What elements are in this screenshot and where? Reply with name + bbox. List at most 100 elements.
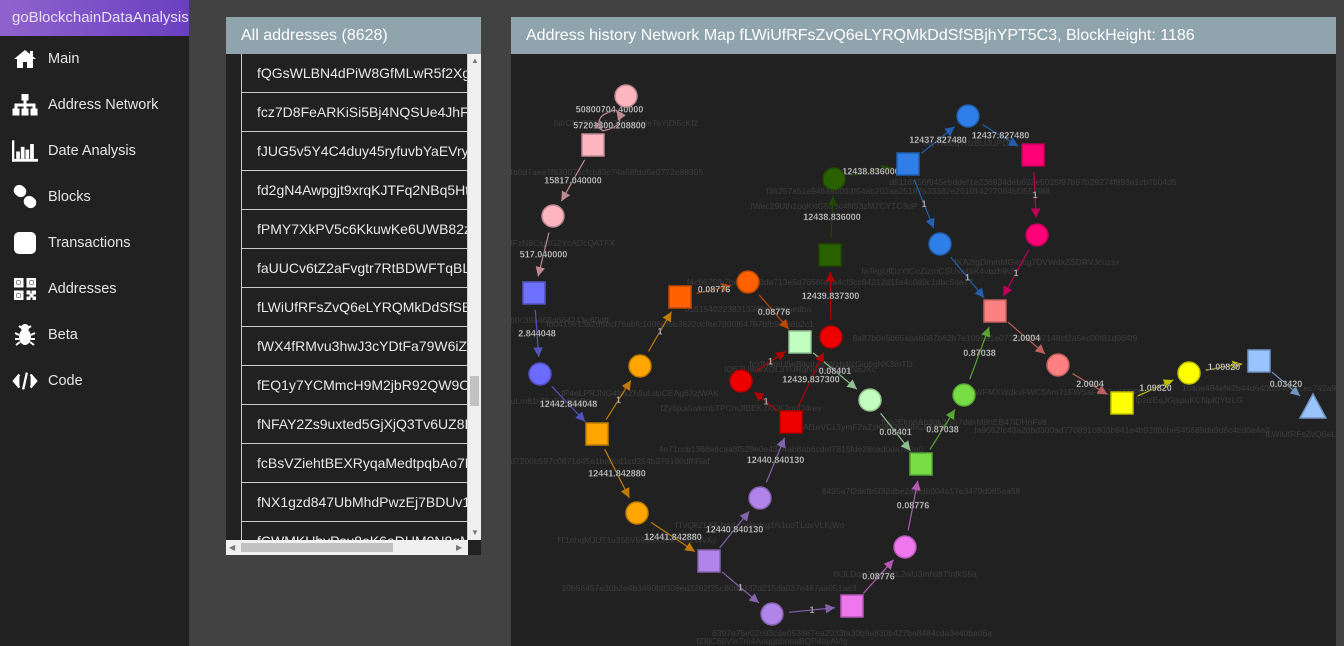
- network-map-panel: Address history Network Map fLWiUfRFsZvQ…: [511, 17, 1336, 646]
- graph-node-circle[interactable]: [1046, 353, 1070, 377]
- scroll-up-arrow-icon[interactable]: ▲: [471, 56, 479, 65]
- address-list-item[interactable]: fEQ1y7YCMmcH9M2jbR92QW9CE: [241, 366, 468, 405]
- address-list-item[interactable]: faUUCv6tZ2aFvgtr7RtBDWFTqBLr: [241, 249, 468, 288]
- bug-icon: [12, 323, 38, 347]
- scrollbar-thumb[interactable]: [241, 543, 393, 552]
- graph-node-circle[interactable]: [858, 388, 882, 412]
- scroll-left-arrow-icon[interactable]: ◀: [229, 543, 235, 552]
- app-title[interactable]: goBlockchainDataAnalysis: [0, 0, 189, 36]
- graph-node-square[interactable]: [697, 549, 721, 573]
- edge-label: 2.0004: [1013, 333, 1041, 343]
- graph-node-circle[interactable]: [956, 104, 980, 128]
- sidebar-item-label: Main: [48, 51, 80, 67]
- sidebar-item-main[interactable]: Main: [0, 36, 189, 82]
- node-label: 8495a7f2defb5f32dbe2a8fdb004a17e3479d085…: [822, 486, 1021, 496]
- graph-node-square[interactable]: [585, 422, 609, 446]
- edge-label: 12442.844048: [540, 399, 598, 409]
- graph-node-square[interactable]: [1247, 349, 1271, 373]
- graph-node-square[interactable]: [779, 410, 803, 434]
- edge-label: 2.0004: [1076, 379, 1104, 389]
- edge-label: 12440.840130: [706, 525, 764, 535]
- graph-node-circle[interactable]: [625, 501, 649, 525]
- graph-node-circle[interactable]: [928, 232, 952, 256]
- graph-node-circle[interactable]: [1177, 361, 1201, 385]
- graph-node-circle[interactable]: [760, 602, 784, 626]
- sidebar-item-address-network[interactable]: Address Network: [0, 82, 189, 128]
- graph-node-circle[interactable]: [893, 535, 917, 559]
- graph-node-square[interactable]: [1021, 143, 1045, 167]
- sidebar-item-label: Addresses: [48, 281, 117, 297]
- address-list-item[interactable]: fPMY7XkPV5c6KkuwKe6UWB82zr: [241, 210, 468, 249]
- edge-label: 1.09820: [1208, 362, 1241, 372]
- scroll-right-arrow-icon[interactable]: ▶: [456, 543, 462, 552]
- graph-node-circle[interactable]: [628, 354, 652, 378]
- edge-label: 0.03420: [1270, 379, 1303, 389]
- graph-node-square[interactable]: [1110, 391, 1134, 415]
- scroll-down-arrow-icon[interactable]: ▼: [471, 528, 479, 537]
- address-list-item[interactable]: fCWMKUbvPsu8oK6oDHM9N8qM: [241, 522, 468, 540]
- node-label: 10b66457e30b2e4b3490fdf308ed3262f25c80d5…: [562, 583, 857, 593]
- node-label: fLWiUfRFsZvQ6eLYRQM: [1265, 429, 1336, 439]
- address-list-item[interactable]: fNX1gzd847UbMhdPwzEj7BDUv1: [241, 483, 468, 522]
- edge-label: 1: [1013, 268, 1018, 278]
- horizontal-scrollbar[interactable]: ◀ ▶: [226, 540, 468, 555]
- graph-node-square[interactable]: [896, 152, 920, 176]
- graph-node-square[interactable]: [840, 594, 864, 618]
- graph-node-square[interactable]: [909, 452, 933, 476]
- node-label: d5116656f945ebddef1e236934deb622e5025f97…: [889, 177, 1177, 187]
- graph-node-circle[interactable]: [1025, 223, 1049, 247]
- node-label: 4e71ccb1366a8caa8f529e0e4374ab8ab6cdaf78…: [659, 444, 924, 454]
- graph-node-circle[interactable]: [748, 486, 772, 510]
- addresses-panel: All addresses (8628) fQGsWLBN4dPiW8GfMLw…: [226, 17, 481, 555]
- node-label: 8a87b0e6b65aba8067b62b7e1095a1e0726b3690…: [852, 333, 1137, 343]
- address-list-item[interactable]: fd2gN4Awpgjt9xrqKJTFq2NBq5Ht: [241, 171, 468, 210]
- graph-node-circle[interactable]: [736, 270, 760, 294]
- edge-label: 0.08776: [862, 572, 895, 582]
- graph-node-triangle[interactable]: [1298, 392, 1328, 419]
- sidebar-item-beta[interactable]: Beta: [0, 312, 189, 358]
- sidebar-item-addresses[interactable]: Addresses: [0, 266, 189, 312]
- address-list-item[interactable]: fNFAY2Zs9uxted5GjXjQ3Tv6UZ8H: [241, 405, 468, 444]
- sidebar-item-date-analysis[interactable]: Date Analysis: [0, 128, 189, 174]
- graph-node-square[interactable]: [522, 281, 546, 305]
- address-list-item[interactable]: fcz7D8FeARKiSi5Bj4NQSUe4JhFh: [241, 93, 468, 132]
- edge-label: 1: [738, 583, 743, 593]
- address-list[interactable]: fQGsWLBN4dPiW8GfMLwR5f2XgN fcz7D8FeARKiSi…: [241, 54, 468, 540]
- graph-node-circle[interactable]: [541, 204, 565, 228]
- sidebar-item-transactions[interactable]: Transactions: [0, 220, 189, 266]
- graph-node-circle[interactable]: [614, 84, 638, 108]
- qrcode-icon: [12, 278, 38, 300]
- graph-node-square[interactable]: [818, 243, 842, 267]
- vertical-scrollbar[interactable]: ▲ ▼: [468, 54, 481, 540]
- sidebar-item-label: Code: [48, 373, 83, 389]
- sidebar-item-label: Transactions: [48, 235, 131, 251]
- address-list-item[interactable]: fJUG5v5Y4C4duy45ryfuvbYaEVryc: [241, 132, 468, 171]
- sidebar-item-blocks[interactable]: Blocks: [0, 174, 189, 220]
- scrollbar-thumb[interactable]: [470, 376, 479, 406]
- addresses-panel-title: All addresses (8628): [226, 17, 481, 54]
- graph-node-circle[interactable]: [952, 383, 976, 407]
- edge-label: 12440.840130: [747, 455, 805, 465]
- graph-node-circle[interactable]: [822, 167, 846, 191]
- network-graph[interactable]: fairCNnTT8V7g2HEwAUeTeYjDi5cKf2deafec4b0…: [511, 54, 1336, 646]
- edge-label: 0.87038: [926, 425, 959, 435]
- edge-label: 1: [616, 395, 621, 405]
- address-list-item[interactable]: fQGsWLBN4dPiW8GfMLwR5f2XgN: [241, 54, 468, 93]
- graph-node-square[interactable]: [581, 133, 605, 157]
- graph-node-circle[interactable]: [528, 362, 552, 386]
- address-list-item[interactable]: fcBsVZiehtBEXRyqaMedtpqbAo7N: [241, 444, 468, 483]
- graph-node-circle[interactable]: [729, 369, 753, 393]
- code-icon: [12, 371, 38, 391]
- edge-label: 12439.837300: [782, 375, 840, 385]
- sidebar-item-code[interactable]: Code: [0, 358, 189, 404]
- graph-node-square[interactable]: [668, 285, 692, 309]
- graph-node-square[interactable]: [788, 330, 812, 354]
- edge-label: 12438.836000: [803, 212, 861, 222]
- edge-label: 2.844048: [518, 329, 556, 339]
- address-list-item[interactable]: fWX4fRMvu3hwJ3cYDtFa79W6iZt: [241, 327, 468, 366]
- square-icon: [12, 232, 38, 254]
- graph-node-square[interactable]: [983, 299, 1007, 323]
- address-list-item[interactable]: fLWiUfRFsZvQ6eLYRQMkDdSfSBjh: [241, 288, 468, 327]
- node-label: deafec4b0d7aea7f630073cfcb83c74a58fdd5e0…: [511, 167, 703, 177]
- graph-node-circle[interactable]: [819, 325, 843, 349]
